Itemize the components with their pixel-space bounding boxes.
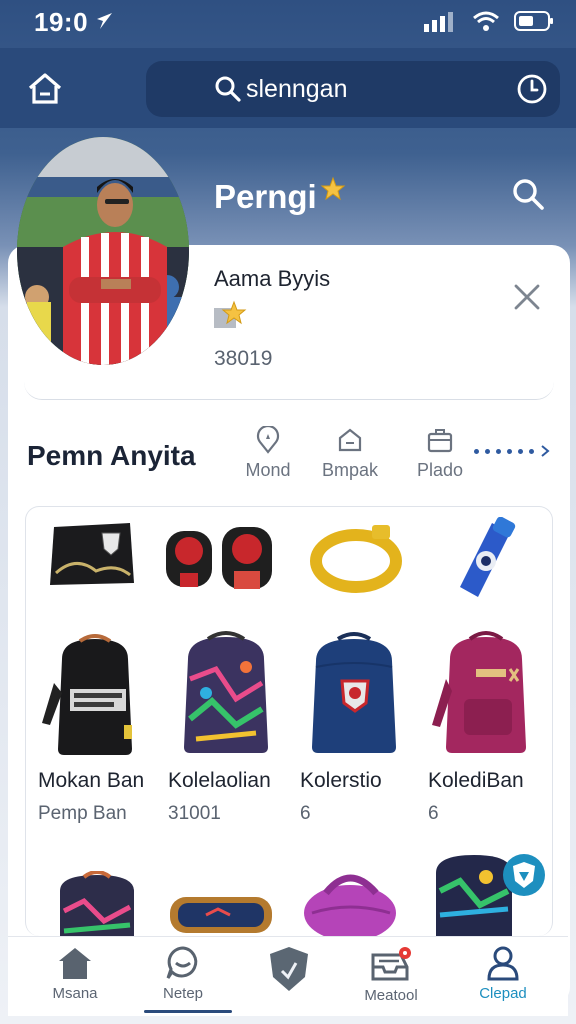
item-label: Kolelaolian	[168, 769, 271, 792]
item-label: KolediBan	[428, 769, 524, 792]
graffiti-bag-icon[interactable]	[54, 871, 140, 936]
home-outline-icon[interactable]	[24, 68, 66, 110]
item-sub: 31001	[168, 803, 221, 824]
bottom-nav: Msana Netep Meatool Clepad	[8, 936, 568, 1016]
tab-label: Mond	[245, 460, 291, 480]
tab-bmpak[interactable]: Bmpak	[310, 426, 390, 481]
close-icon[interactable]	[512, 282, 542, 312]
nav-label: Meatool	[364, 987, 418, 1004]
search-icon	[215, 76, 241, 102]
graffiti-backpack-icon[interactable]	[176, 629, 276, 759]
player-photo-icon	[17, 137, 189, 365]
shin-guards-icon[interactable]	[160, 521, 278, 597]
star-badge-icon	[214, 300, 247, 328]
location-pin-icon	[256, 426, 280, 454]
shield-icon	[270, 947, 308, 991]
briefcase-icon	[427, 429, 453, 453]
item-label: Mokan Ban	[38, 769, 145, 792]
active-tab-indicator	[144, 1010, 232, 1013]
clock-icon[interactable]	[516, 73, 548, 105]
item-sub: 6	[300, 803, 311, 824]
search-bar[interactable]: slenngan	[146, 61, 560, 117]
pencil-case-icon[interactable]	[166, 891, 276, 936]
black-backpack-icon[interactable]	[40, 633, 150, 759]
home-icon	[59, 948, 91, 979]
signal-icon	[424, 12, 453, 32]
profile-name: Aama Byyis	[214, 266, 331, 291]
yellow-collar-icon[interactable]	[308, 521, 404, 595]
inbox-icon	[371, 947, 411, 981]
tab-label: Plado	[416, 460, 464, 480]
water-bottle-icon[interactable]	[454, 517, 524, 603]
wifi-icon	[473, 11, 499, 31]
location-arrow-icon	[97, 13, 112, 29]
item-sub: Pemp Ban	[38, 803, 127, 824]
purple-bag-icon[interactable]	[298, 869, 402, 936]
nav-label: Netep	[162, 985, 204, 1002]
tab-label: Bmpak	[321, 460, 379, 480]
shield-badge-icon[interactable]	[502, 853, 546, 897]
profile-count: 38019	[214, 347, 273, 370]
battery-icon	[514, 11, 553, 31]
item-label: Kolerstio	[300, 769, 382, 792]
profile-search-icon[interactable]	[510, 176, 546, 212]
nav-shield[interactable]	[234, 945, 344, 997]
status-time: 19:0	[34, 7, 89, 37]
profile-title: Perngi	[214, 178, 317, 215]
more-tabs-indicator[interactable]	[474, 445, 550, 457]
nav-label: Msana	[52, 985, 98, 1002]
profile-icon	[487, 946, 519, 981]
blue-backpack-icon[interactable]	[302, 631, 406, 759]
item-sub: 6	[428, 803, 439, 824]
status-bar: 19:0	[0, 0, 576, 44]
tab-plado[interactable]: Plado	[400, 426, 480, 481]
chat-icon	[166, 946, 198, 979]
nav-label: Clepad	[479, 985, 527, 1002]
top-header: slenngan	[0, 48, 576, 128]
nav-meatool[interactable]: Meatool	[336, 945, 446, 1004]
black-bag-icon[interactable]	[46, 519, 138, 589]
nav-clepad[interactable]: Clepad	[448, 945, 558, 1002]
section-title: Pemn Anyita	[27, 440, 196, 471]
search-input[interactable]: slenngan	[246, 75, 347, 104]
pink-backpack-icon[interactable]	[426, 629, 540, 759]
nav-netep[interactable]: Netep	[128, 945, 238, 1002]
star-icon	[320, 176, 346, 201]
tab-mond[interactable]: Mond	[228, 426, 308, 481]
nav-msana[interactable]: Msana	[20, 945, 130, 1002]
chevron-right-icon	[541, 445, 550, 457]
item-grid: Mokan Ban Pemp Ban Kolelaolian 31001 Kol…	[25, 506, 553, 936]
avatar[interactable]	[17, 137, 189, 365]
shop-icon	[338, 428, 362, 452]
